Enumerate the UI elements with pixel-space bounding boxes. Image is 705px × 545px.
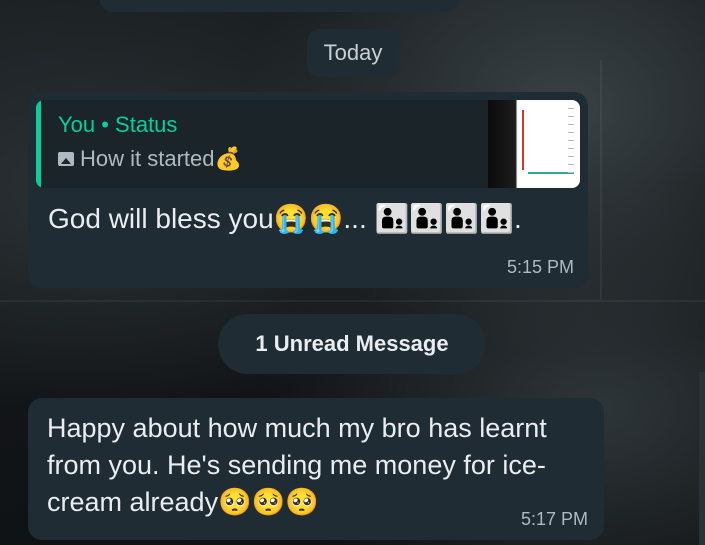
quote-text-row: How it started💰 [58,146,242,172]
previous-message-bubble[interactable] [100,0,458,12]
quote-author: You • Status [58,112,178,137]
quote-text: How it started💰 [80,146,242,171]
status-thumbnail [488,100,580,188]
message-time: 5:15 PM [506,257,574,277]
wallpaper-detail [0,300,705,302]
date-separator: Today [307,29,399,77]
quote-accent-bar [36,100,41,188]
unread-separator: 1 Unread Message [218,314,486,374]
wallpaper-detail [600,60,602,300]
thumbnail-axis [568,108,574,178]
scrollbar[interactable] [699,372,705,545]
image-icon [58,152,74,166]
message-text: Happy about how much my bro has learnt f… [47,413,547,517]
message-bubble[interactable]: You • Status How it started💰 God will bl… [28,92,588,288]
thumbnail-chart-line [522,110,524,170]
message-bubble[interactable]: Happy about how much my bro has learnt f… [28,398,604,540]
quoted-status-reply[interactable]: You • Status How it started💰 [36,100,580,188]
message-time: 5:17 PM [520,509,588,529]
message-text: God will bless you😭😭... 👨‍👦👨‍👦👨‍👦👨‍👦. [48,203,522,234]
